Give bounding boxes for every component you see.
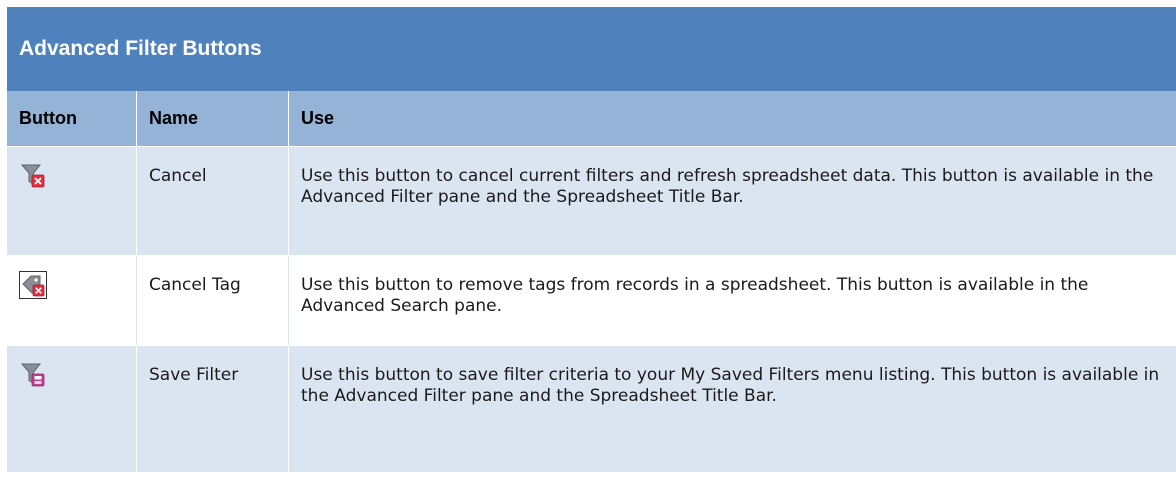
column-header-button: Button [7, 91, 137, 146]
advanced-filter-buttons-table: Advanced Filter Buttons Button Name Use … [7, 7, 1176, 473]
button-cell [7, 346, 137, 472]
cancel-filter-icon [19, 162, 47, 190]
button-use: Use this button to save filter criteria … [301, 365, 1160, 406]
table-title: Advanced Filter Buttons [7, 7, 1176, 91]
column-header-use: Use [301, 108, 335, 128]
column-header-name: Name [137, 91, 289, 146]
table-row: Save Filter Use this button to save filt… [7, 346, 1176, 473]
button-name: Cancel [137, 147, 289, 255]
cancel-tag-icon [19, 271, 47, 299]
button-use: Use this button to remove tags from reco… [301, 275, 1089, 316]
button-cell [7, 147, 137, 255]
button-cell [7, 256, 137, 345]
table-row: Cancel Tag Use this button to remove tag… [7, 256, 1176, 346]
table-row: Cancel Use this button to cancel current… [7, 147, 1176, 256]
button-name: Save Filter [137, 346, 289, 472]
button-name: Cancel Tag [137, 256, 289, 345]
button-use: Use this button to cancel current filter… [301, 166, 1154, 207]
table-header-row: Button Name Use [7, 91, 1176, 147]
save-filter-icon [19, 361, 47, 389]
